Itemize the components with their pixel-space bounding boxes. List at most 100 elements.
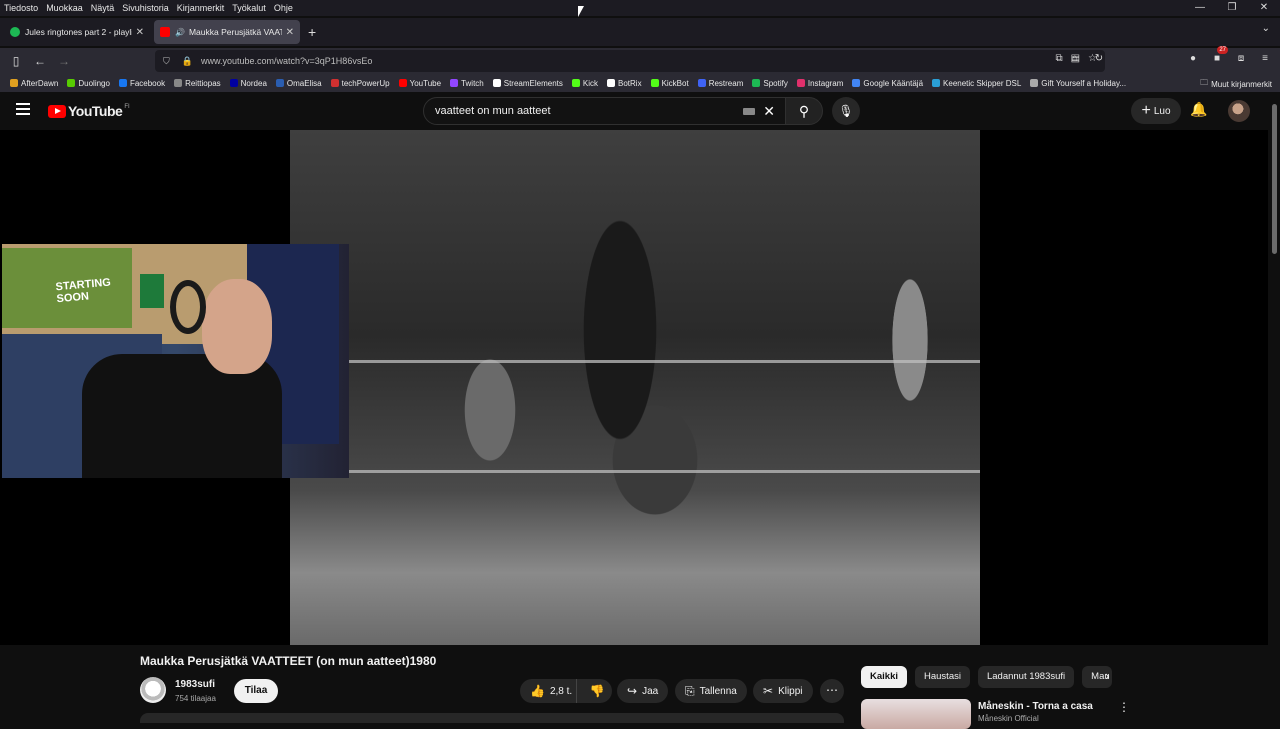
new-tab-button[interactable]: +: [308, 24, 316, 40]
forward-button[interactable]: →: [52, 50, 76, 72]
reload-icon[interactable]: ↻: [1090, 50, 1108, 68]
extension-badge-icon[interactable]: ■ 27: [1208, 46, 1228, 68]
scrollbar-thumb[interactable]: [1272, 104, 1277, 254]
bookmark-item[interactable]: Spotify: [752, 79, 788, 88]
address-bar[interactable]: ⛉ 🔒 www.youtube.com/watch?v=3qP1H86vsEo …: [155, 50, 1105, 72]
channel-avatar[interactable]: [140, 677, 166, 703]
bookmark-item[interactable]: Facebook: [118, 79, 165, 88]
bookmark-item[interactable]: Nordea: [229, 79, 267, 88]
bookmarks-bar: AfterDawn Duolingo Facebook Reittiopas Norde…: [0, 74, 1280, 92]
save-button[interactable]: ⎘ Tallenna: [675, 679, 747, 703]
logo-text: YouTube: [68, 103, 123, 119]
bookmark-favicon-icon: [607, 79, 615, 87]
bookmark-favicon-icon: [174, 79, 183, 87]
share-button[interactable]: ↪ Jaa: [617, 679, 669, 703]
account-avatar[interactable]: [1228, 100, 1250, 122]
microphone-icon[interactable]: 🎙: [832, 97, 860, 125]
close-tab-icon[interactable]: ✕: [286, 27, 294, 38]
menu-tools[interactable]: Työkalut: [232, 3, 266, 13]
bookmark-favicon-icon: [10, 79, 18, 87]
close-tab-icon[interactable]: ✕: [136, 27, 144, 38]
recommendation-menu-icon[interactable]: ⋮: [1118, 700, 1130, 714]
other-bookmarks-folder[interactable]: 🗀 Muut kirjanmerkit: [1200, 77, 1272, 91]
sidebar-toggle-icon[interactable]: ▯: [4, 50, 28, 72]
thumbs-up-icon: 👍: [530, 684, 545, 698]
tab-spotify-playlist[interactable]: Jules ringtones part 2 - playlist ✕: [4, 20, 150, 44]
bookmark-item[interactable]: OmaElisa: [275, 79, 322, 88]
bookmark-item[interactable]: YouTube: [398, 79, 441, 88]
ring-rope: [290, 470, 980, 473]
description-box[interactable]: [140, 713, 844, 723]
maximize-button[interactable]: ❐: [1216, 0, 1248, 16]
notifications-bell-icon[interactable]: 🔔: [1190, 101, 1207, 118]
menu-bookmarks[interactable]: Kirjanmerkit: [177, 3, 225, 13]
chip-from-channel[interactable]: Ladannut 1983sufi: [977, 666, 1075, 688]
bookmark-item[interactable]: KickBot: [650, 79, 689, 88]
list-all-tabs-icon[interactable]: ⌄: [1262, 23, 1270, 34]
recommendation-title[interactable]: Måneskin - Torna a casa: [978, 701, 1093, 712]
hamburger-menu-icon[interactable]: [16, 103, 30, 115]
speaker-icon[interactable]: 🔊: [175, 28, 185, 37]
bookmark-item[interactable]: AfterDawn: [10, 79, 58, 88]
menu-history[interactable]: Sivuhistoria: [122, 3, 169, 13]
bookmark-favicon-icon: [229, 79, 238, 87]
create-button[interactable]: + Luo: [1131, 98, 1181, 124]
bookmark-item[interactable]: Keenetic Skipper DSL: [932, 79, 1021, 88]
dislike-button[interactable]: 👎: [582, 684, 612, 698]
app-menu-icon[interactable]: ≡: [1256, 50, 1274, 68]
chip-all[interactable]: Kaikki: [861, 666, 907, 688]
bookmark-item[interactable]: Reittiopas: [174, 79, 221, 88]
url-text[interactable]: www.youtube.com/watch?v=3qP1H86vsEo: [201, 56, 372, 66]
menu-help[interactable]: Ohje: [274, 3, 293, 13]
bookmark-favicon-icon: [67, 79, 76, 87]
shield-icon[interactable]: ⛉: [163, 56, 170, 67]
bookmark-item[interactable]: StreamElements: [492, 79, 563, 88]
video-player[interactable]: STARTING SOON: [0, 130, 1268, 645]
extensions-puzzle-icon[interactable]: ⧈: [1232, 50, 1250, 68]
channel-name[interactable]: 1983sufi: [175, 679, 215, 690]
menu-edit[interactable]: Muokkaa: [46, 3, 83, 13]
minimize-button[interactable]: —: [1184, 0, 1216, 16]
bookmark-item[interactable]: Twitch: [450, 79, 484, 88]
recommendation-channel[interactable]: Måneskin Official: [978, 714, 1039, 723]
bookmark-item[interactable]: Gift Yourself a Holiday...: [1030, 79, 1126, 88]
video-frame[interactable]: [290, 130, 980, 645]
close-window-button[interactable]: ✕: [1248, 0, 1280, 16]
bookmark-favicon-icon: [796, 79, 805, 87]
bookmark-item[interactable]: Kick: [571, 79, 598, 88]
search-button[interactable]: ⚲: [785, 97, 823, 125]
chevron-right-icon[interactable]: ›: [1105, 668, 1109, 683]
subscribe-button[interactable]: Tilaa: [234, 679, 278, 703]
menu-view[interactable]: Näytä: [91, 3, 115, 13]
keyboard-icon[interactable]: [743, 108, 755, 115]
picture-in-picture-icon[interactable]: ⧉: [1055, 53, 1062, 64]
tab-youtube-video[interactable]: 🔊 Maukka Perusjätkä VAATTEET ✕: [154, 20, 300, 44]
extension-icon[interactable]: ●: [1184, 50, 1202, 68]
search-query[interactable]: vaatteet on mun aatteet: [435, 105, 551, 117]
like-button[interactable]: 👍 2,8 t.: [520, 679, 577, 703]
chip-related[interactable]: Haustasi: [915, 666, 970, 688]
clip-button[interactable]: ✂ Klippi: [753, 679, 813, 703]
region-code: FI: [124, 104, 130, 110]
menu-file[interactable]: Tiedosto: [4, 3, 38, 13]
recommendation-thumbnail[interactable]: [861, 699, 971, 729]
home-icon[interactable]: ⌂: [1066, 50, 1084, 68]
filter-chips: Kaikki Haustasi Ladannut 1983sufi Mau: [861, 666, 1113, 688]
bookmark-item[interactable]: Restream: [697, 79, 743, 88]
bookmark-item[interactable]: Instagram: [796, 79, 843, 88]
youtube-logo[interactable]: YouTube FI: [48, 103, 130, 119]
youtube-favicon-icon: [160, 27, 170, 37]
bookmark-item[interactable]: BotRix: [607, 79, 642, 88]
bookmark-item[interactable]: Duolingo: [67, 79, 110, 88]
tab-title: Jules ringtones part 2 - playlist: [25, 27, 132, 37]
search-input[interactable]: vaatteet on mun aatteet ✕: [423, 97, 786, 125]
page-scrollbar[interactable]: [1268, 92, 1280, 720]
lock-icon[interactable]: 🔒: [182, 56, 193, 67]
bookmark-item[interactable]: techPowerUp: [330, 79, 390, 88]
bookmark-item[interactable]: Google Kääntäjä: [852, 79, 923, 88]
clear-search-icon[interactable]: ✕: [763, 98, 775, 124]
like-count: 2,8 t.: [549, 685, 573, 697]
back-button[interactable]: ←: [28, 50, 52, 72]
bookmark-icon: ⎘: [685, 683, 695, 698]
more-actions-icon[interactable]: ⋯: [820, 679, 844, 703]
